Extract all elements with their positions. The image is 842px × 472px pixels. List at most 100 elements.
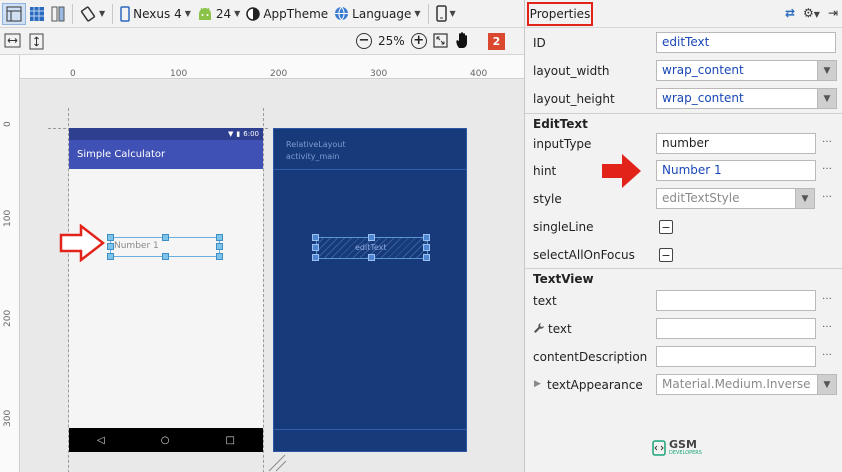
- back-icon: ◁: [97, 434, 105, 446]
- property-label: text: [533, 294, 557, 308]
- ruler-tick-label: 300: [3, 409, 13, 427]
- more-options-button[interactable]: …: [822, 291, 832, 302]
- text-field[interactable]: [656, 290, 816, 311]
- resize-handle[interactable]: [216, 253, 223, 260]
- zoom-in-button[interactable]: +: [410, 32, 427, 49]
- warnings-badge[interactable]: 2: [488, 33, 505, 50]
- code-icon: [652, 440, 666, 456]
- layout-height-dropdown[interactable]: wrap_content: [656, 88, 818, 109]
- home-icon: ○: [160, 434, 170, 446]
- toolbar-separator: [427, 3, 429, 24]
- watermark-brand: GSM: [669, 438, 697, 451]
- red-outline-arrow-icon: [59, 224, 105, 262]
- select-all-on-focus-checkbox[interactable]: −: [659, 248, 673, 262]
- property-row-id: ID editText: [525, 29, 842, 57]
- split-view-icon: [51, 6, 65, 21]
- gear-icon[interactable]: ⚙▼: [803, 6, 820, 20]
- resize-handle[interactable]: [423, 234, 430, 241]
- chevron-down-icon[interactable]: ▼: [795, 188, 815, 209]
- more-options-button[interactable]: …: [822, 347, 832, 358]
- design-mode-button[interactable]: [2, 2, 26, 25]
- resize-handle[interactable]: [107, 234, 114, 241]
- layout-width-dropdown[interactable]: wrap_content: [656, 60, 818, 81]
- property-row-tools-text: text …: [525, 315, 842, 343]
- more-options-button[interactable]: …: [822, 319, 832, 330]
- blueprint-mode-button[interactable]: [26, 3, 48, 25]
- blueprint-layout-id: activity_main: [286, 152, 340, 161]
- zoom-out-button[interactable]: −: [356, 32, 372, 49]
- chevron-down-icon: ▼: [99, 9, 106, 18]
- api-level-label: 24: [215, 6, 232, 21]
- chevron-down-icon[interactable]: ▼: [817, 60, 837, 81]
- resize-handle[interactable]: [162, 234, 169, 241]
- zoom-to-fit-icon[interactable]: [433, 33, 448, 48]
- watermark-logo: GSM DEVELOPERS: [652, 438, 702, 456]
- theme-label: AppTheme: [263, 6, 329, 21]
- resize-handle[interactable]: [312, 244, 319, 251]
- ruler-tick-label: 300: [370, 69, 388, 79]
- content-description-field[interactable]: [656, 346, 816, 367]
- id-field[interactable]: editText: [656, 32, 836, 53]
- toolbar-separator: [72, 3, 73, 24]
- design-preview-screen[interactable]: ▼ ▮ 6:00 Simple Calculator Number 1 ◁ ○ …: [69, 128, 263, 452]
- property-row-layout-height: layout_height wrap_content ▼: [525, 85, 842, 113]
- property-label: layout_width: [533, 64, 610, 78]
- layout-variants-button[interactable]: ▼: [433, 3, 459, 25]
- hint-field[interactable]: Number 1: [656, 160, 816, 181]
- design-canvas[interactable]: ▼ ▮ 6:00 Simple Calculator Number 1 ◁ ○ …: [21, 80, 524, 472]
- resize-grip-icon[interactable]: [267, 454, 287, 472]
- ruler-tick-label: 400: [470, 69, 488, 79]
- resize-handle[interactable]: [216, 243, 223, 250]
- properties-title: Properties: [527, 2, 593, 26]
- language-selector[interactable]: Language ▼: [331, 3, 423, 25]
- blueprint-preview[interactable]: RelativeLayout activity_main editText: [273, 128, 467, 452]
- rotate-device-icon: [80, 5, 96, 22]
- app-bar: Simple Calculator: [69, 140, 263, 169]
- theme-icon: [246, 6, 261, 21]
- resize-handle[interactable]: [216, 234, 223, 241]
- swap-view-icon[interactable]: ⇄: [785, 6, 795, 20]
- resize-handle[interactable]: [162, 253, 169, 260]
- property-label: textAppearance: [547, 378, 643, 392]
- more-options-button[interactable]: …: [822, 161, 832, 172]
- properties-header-actions: ⇄ ⚙▼ ⇥: [785, 6, 838, 20]
- property-row-layout-width: layout_width wrap_content ▼: [525, 57, 842, 85]
- input-type-field[interactable]: number: [656, 133, 816, 154]
- toolbar-separator: [112, 3, 114, 24]
- style-dropdown[interactable]: editTextStyle: [656, 188, 796, 209]
- tools-text-field[interactable]: [656, 318, 816, 339]
- ruler-tick-label: 200: [270, 69, 288, 79]
- edittext-hint: Number 1: [114, 241, 159, 251]
- resize-handle[interactable]: [312, 234, 319, 241]
- resize-handle[interactable]: [368, 234, 375, 241]
- api-level-selector[interactable]: 24 ▼: [194, 3, 243, 25]
- resize-handle[interactable]: [423, 254, 430, 261]
- chevron-down-icon[interactable]: ▼: [817, 374, 837, 395]
- orientation-button[interactable]: ▼: [77, 3, 108, 25]
- more-options-button[interactable]: …: [822, 189, 832, 200]
- resize-handle[interactable]: [368, 254, 375, 261]
- text-appearance-dropdown[interactable]: Material.Medium.Inverse: [656, 374, 818, 395]
- theme-selector[interactable]: AppTheme: [243, 3, 331, 25]
- resize-handle[interactable]: [107, 253, 114, 260]
- expand-horizontal-button[interactable]: [4, 33, 21, 51]
- both-mode-button[interactable]: [48, 3, 68, 25]
- property-label: singleLine: [533, 220, 594, 234]
- ruler-tick-label: 0: [3, 121, 13, 127]
- horizontal-ruler: 0 100 200 300 400: [20, 55, 524, 79]
- expand-arrow-icon[interactable]: ▶: [534, 379, 541, 389]
- device-selector[interactable]: Nexus 4 ▼: [117, 3, 194, 25]
- resize-handle[interactable]: [312, 254, 319, 261]
- chevron-down-icon[interactable]: ▼: [817, 88, 837, 109]
- chevron-down-icon: ▼: [414, 9, 421, 18]
- resize-handle[interactable]: [423, 244, 430, 251]
- status-bar: ▼ ▮ 6:00: [69, 128, 263, 140]
- hide-panel-icon[interactable]: ⇥: [828, 6, 838, 20]
- more-options-button[interactable]: …: [822, 134, 832, 145]
- pan-hand-icon[interactable]: [454, 31, 472, 50]
- resize-handle[interactable]: [107, 243, 114, 250]
- wrench-icon: [534, 323, 544, 333]
- single-line-checkbox[interactable]: −: [659, 220, 673, 234]
- expand-vertical-button[interactable]: [29, 33, 44, 53]
- blueprint-layout-type: RelativeLayout: [286, 140, 346, 149]
